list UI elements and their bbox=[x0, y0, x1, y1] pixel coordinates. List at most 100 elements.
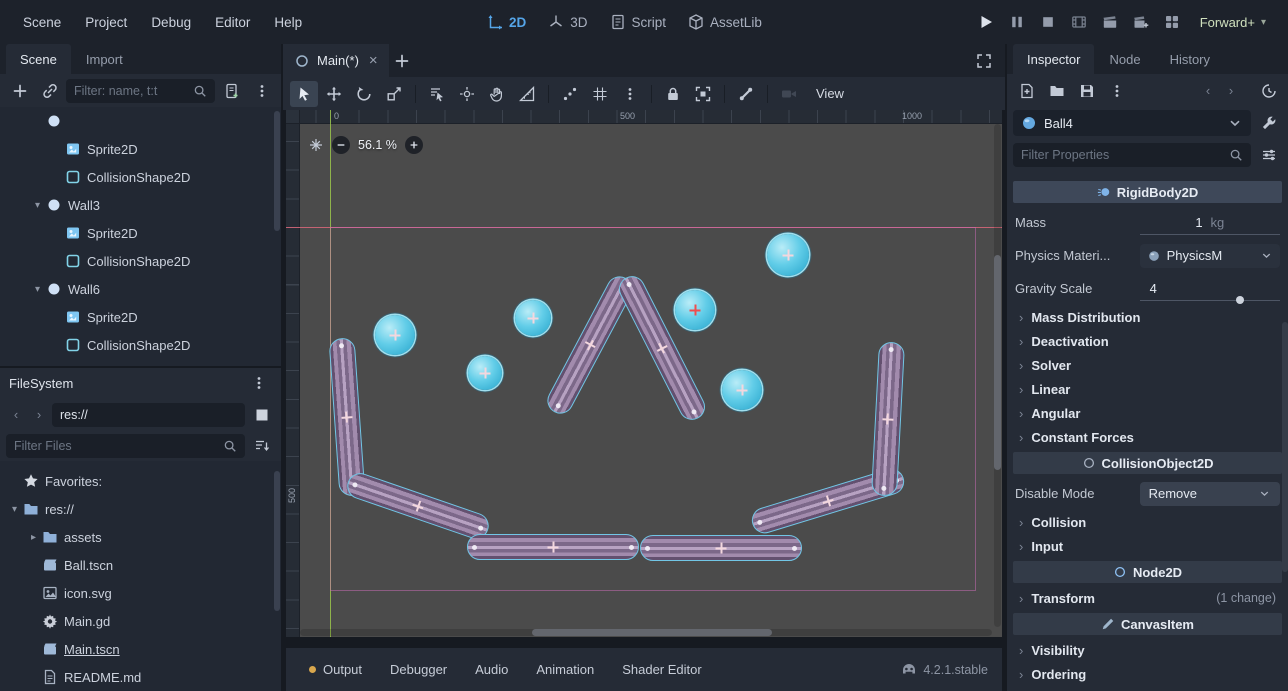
hscroll-thumb[interactable] bbox=[532, 629, 772, 636]
scene-node-collisionshape2d[interactable]: CollisionShape2D bbox=[0, 331, 281, 359]
tab-scene[interactable]: Scene bbox=[6, 44, 71, 74]
zoom-in-button[interactable] bbox=[405, 136, 423, 154]
ball-object[interactable] bbox=[375, 315, 415, 355]
file-main-tscn[interactable]: Main.tscn bbox=[0, 635, 281, 663]
scene-tree-menu-button[interactable] bbox=[248, 78, 275, 103]
group-visibility[interactable]: ›Visibility bbox=[1012, 638, 1283, 662]
play-custom-scene-button[interactable] bbox=[1128, 10, 1155, 35]
menu-debug[interactable]: Debug bbox=[140, 10, 202, 35]
class-header-collisionobject2d[interactable]: CollisionObject2D bbox=[1013, 452, 1282, 474]
ball-object[interactable] bbox=[515, 300, 551, 336]
group-constant-forces[interactable]: ›Constant Forces bbox=[1012, 425, 1283, 449]
bottom-tab-shader-editor[interactable]: Shader Editor bbox=[609, 655, 715, 684]
group-linear[interactable]: ›Linear bbox=[1012, 377, 1283, 401]
tab-import[interactable]: Import bbox=[72, 44, 137, 74]
history-forward-button[interactable]: › bbox=[29, 404, 49, 426]
pan-tool[interactable] bbox=[483, 81, 511, 107]
scene-tab-main[interactable]: Main(*) × bbox=[283, 44, 389, 77]
load-resource-button[interactable] bbox=[1043, 78, 1070, 103]
menu-scene[interactable]: Scene bbox=[12, 10, 72, 35]
lock-button[interactable] bbox=[659, 81, 687, 107]
class-header-canvasitem[interactable]: CanvasItem bbox=[1013, 613, 1282, 635]
menu-project[interactable]: Project bbox=[74, 10, 138, 35]
ruler-tool[interactable] bbox=[513, 81, 541, 107]
group-angular[interactable]: ›Angular bbox=[1012, 401, 1283, 425]
pivot-tool[interactable] bbox=[453, 81, 481, 107]
menu-editor[interactable]: Editor bbox=[204, 10, 261, 35]
prop-dropdown-disable-mode[interactable]: Remove bbox=[1140, 482, 1280, 506]
add-node-button[interactable] bbox=[6, 78, 33, 103]
bottom-tab-output[interactable]: Output bbox=[296, 655, 375, 684]
workspace-script[interactable]: Script bbox=[606, 10, 671, 34]
zoom-level[interactable]: 56.1 % bbox=[358, 138, 397, 152]
wall-object[interactable] bbox=[467, 534, 639, 560]
ball-object[interactable] bbox=[767, 234, 809, 276]
tab-history[interactable]: History bbox=[1156, 44, 1224, 74]
property-tools-button[interactable] bbox=[1255, 143, 1282, 168]
file-main-gd[interactable]: Main.gd bbox=[0, 607, 281, 635]
bottom-tab-animation[interactable]: Animation bbox=[523, 655, 607, 684]
list-select-tool[interactable] bbox=[423, 81, 451, 107]
inspector-history-button[interactable] bbox=[1255, 78, 1282, 103]
ball-object[interactable] bbox=[468, 356, 502, 390]
instance-scene-button[interactable] bbox=[36, 78, 63, 103]
group-collision[interactable]: ›Collision bbox=[1012, 510, 1283, 534]
scene-tree-scrollbar[interactable] bbox=[274, 111, 280, 231]
ball-object[interactable] bbox=[722, 370, 762, 410]
close-icon[interactable]: × bbox=[369, 52, 378, 69]
scene-node-sprite2d[interactable]: Sprite2D bbox=[0, 135, 281, 163]
pause-button[interactable] bbox=[1004, 10, 1031, 35]
tree-arrow-icon[interactable]: ▸ bbox=[25, 532, 42, 543]
extra-resource-options-button[interactable] bbox=[1255, 111, 1282, 136]
file-sort-button[interactable] bbox=[248, 434, 275, 459]
file-assets[interactable]: ▸assets bbox=[0, 523, 281, 551]
prop-field-mass[interactable]: 1kg bbox=[1140, 211, 1280, 235]
scene-node[interactable] bbox=[0, 107, 281, 135]
tree-arrow-icon[interactable]: ▾ bbox=[29, 284, 46, 295]
group-ordering[interactable]: ›Ordering bbox=[1012, 662, 1283, 686]
scene-node-collisionshape2d[interactable]: CollisionShape2D bbox=[0, 247, 281, 275]
history-back-button[interactable]: ‹ bbox=[6, 404, 26, 426]
inspector-back-button[interactable]: ‹ bbox=[1198, 80, 1218, 102]
toggle-split-mode-button[interactable] bbox=[248, 402, 275, 427]
canvas-hscrollbar[interactable] bbox=[300, 629, 992, 636]
stop-button[interactable] bbox=[1035, 10, 1062, 35]
group-deactivation[interactable]: ›Deactivation bbox=[1012, 329, 1283, 353]
resource-menu-button[interactable] bbox=[1103, 78, 1130, 103]
workspace-assetlib[interactable]: AssetLib bbox=[684, 10, 766, 34]
canvas-vscrollbar[interactable] bbox=[994, 124, 1001, 627]
new-resource-button[interactable] bbox=[1013, 78, 1040, 103]
scene-node-sprite2d[interactable]: Sprite2D bbox=[0, 303, 281, 331]
workspace-2d[interactable]: 2D bbox=[483, 10, 530, 34]
renderer-select[interactable]: Forward+ ▾ bbox=[1190, 11, 1276, 34]
group-texture[interactable]: ›Texture bbox=[1012, 686, 1283, 691]
scene-node-wall3[interactable]: ▾Wall3 bbox=[0, 191, 281, 219]
file-res[interactable]: ▾res:// bbox=[0, 495, 281, 523]
class-header-node2d[interactable]: Node2D bbox=[1013, 561, 1282, 583]
save-resource-button[interactable] bbox=[1073, 78, 1100, 103]
scene-node-wall6[interactable]: ▾Wall6 bbox=[0, 275, 281, 303]
select-tool[interactable] bbox=[290, 81, 318, 107]
tree-arrow-icon[interactable]: ▾ bbox=[6, 504, 23, 515]
skeleton-options-button[interactable] bbox=[732, 81, 760, 107]
path-field[interactable]: res:// bbox=[52, 403, 245, 427]
zoom-out-button[interactable] bbox=[332, 136, 350, 154]
scene-node-ball[interactable]: Ball bbox=[0, 359, 281, 366]
smart-snap-button[interactable] bbox=[556, 81, 584, 107]
tab-inspector[interactable]: Inspector bbox=[1013, 44, 1094, 74]
scene-filter-input[interactable]: Filter: name, t:t bbox=[66, 79, 215, 103]
snap-options-button[interactable] bbox=[616, 81, 644, 107]
movie-maker-button[interactable] bbox=[1066, 10, 1093, 35]
rotate-tool[interactable] bbox=[350, 81, 378, 107]
object-selector[interactable]: Ball4 bbox=[1013, 110, 1251, 136]
filesystem-scrollbar[interactable] bbox=[274, 471, 280, 611]
prop-slider-gravity-scale[interactable]: 4 bbox=[1140, 277, 1280, 301]
ball-object[interactable] bbox=[675, 290, 715, 330]
slider-handle[interactable] bbox=[1236, 296, 1244, 304]
file-favorites[interactable]: Favorites: bbox=[0, 467, 281, 495]
tree-arrow-icon[interactable]: ▾ bbox=[29, 200, 46, 211]
wall-object[interactable] bbox=[640, 535, 802, 561]
new-scene-tab-button[interactable] bbox=[389, 48, 416, 73]
scene-node-collisionshape2d[interactable]: CollisionShape2D bbox=[0, 163, 281, 191]
attach-script-button[interactable] bbox=[218, 78, 245, 103]
